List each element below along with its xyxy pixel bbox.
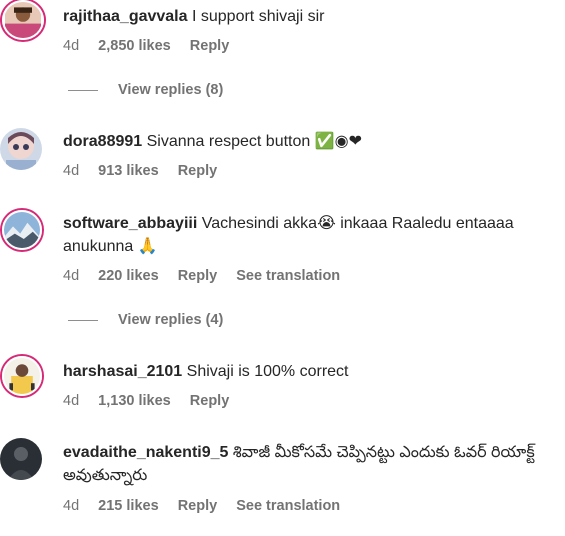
- comment-time: 4d: [63, 38, 80, 54]
- view-replies-label: View replies (8): [118, 82, 224, 98]
- comment-username[interactable]: software_abbayiii: [63, 215, 197, 232]
- user-avatar-image: [0, 128, 42, 170]
- comment-likes[interactable]: 2,850 likes: [98, 38, 171, 54]
- comment-time: 4d: [63, 393, 80, 409]
- comment-time: 4d: [63, 163, 80, 179]
- avatar[interactable]: [2, 210, 42, 250]
- comment-body: harshasai_2101 Shivaji is 100% correct: [63, 360, 557, 383]
- reply-button[interactable]: Reply: [190, 393, 230, 409]
- view-replies-button[interactable]: View replies (4): [68, 312, 223, 328]
- replies-divider: [68, 319, 98, 321]
- comment-username[interactable]: harshasai_2101: [63, 363, 182, 380]
- comment-likes[interactable]: 1,130 likes: [98, 393, 171, 409]
- comment-body: evadaithe_nakenti9_5 శివాజీ మీకోసమే చెప్…: [63, 441, 557, 487]
- avatar[interactable]: [2, 0, 44, 40]
- comment-meta: 4d 913 likes Reply: [63, 163, 232, 179]
- replies-divider: [68, 89, 98, 91]
- comment-meta: 4d 1,130 likes Reply: [63, 393, 244, 409]
- avatar[interactable]: [0, 128, 42, 170]
- comment-body: rajithaa_gavvala I support shivaji sir: [63, 5, 557, 28]
- comment-meta: 4d 220 likes Reply See translation: [63, 268, 355, 284]
- user-avatar-image: [4, 212, 40, 248]
- comment-username[interactable]: evadaithe_nakenti9_5: [63, 444, 228, 461]
- comment-text: Shivaji is 100% correct: [186, 363, 349, 380]
- view-replies-label: View replies (4): [118, 312, 224, 328]
- comment-likes[interactable]: 913 likes: [98, 163, 158, 179]
- comment-username[interactable]: rajithaa_gavvala: [63, 8, 188, 25]
- user-avatar-image: [0, 438, 42, 480]
- comment-likes[interactable]: 215 likes: [98, 498, 158, 514]
- comment-text: Sivanna respect button ✅◉❤: [146, 133, 363, 150]
- comment-text: I support shivaji sir: [191, 8, 325, 25]
- avatar[interactable]: [2, 356, 42, 396]
- comment-meta: 4d 2,850 likes Reply: [63, 38, 244, 54]
- user-avatar-image: [5, 2, 41, 38]
- reply-button[interactable]: Reply: [178, 268, 218, 284]
- comment-likes[interactable]: 220 likes: [98, 268, 158, 284]
- see-translation-button[interactable]: See translation: [236, 268, 340, 284]
- reply-button[interactable]: Reply: [190, 38, 230, 54]
- comment-username[interactable]: dora88991: [63, 133, 142, 150]
- reply-button[interactable]: Reply: [178, 163, 218, 179]
- view-replies-button[interactable]: View replies (8): [68, 82, 223, 98]
- reply-button[interactable]: Reply: [178, 498, 218, 514]
- see-translation-button[interactable]: See translation: [236, 498, 340, 514]
- comment-body: dora88991 Sivanna respect button ✅◉❤: [63, 130, 557, 153]
- user-avatar-image: [4, 358, 40, 394]
- comment-time: 4d: [63, 268, 80, 284]
- comment-body: software_abbayiii Vachesindi akka😭 inkaa…: [63, 212, 557, 258]
- avatar[interactable]: [0, 438, 42, 480]
- comment-time: 4d: [63, 498, 80, 514]
- comment-meta: 4d 215 likes Reply See translation: [63, 498, 355, 514]
